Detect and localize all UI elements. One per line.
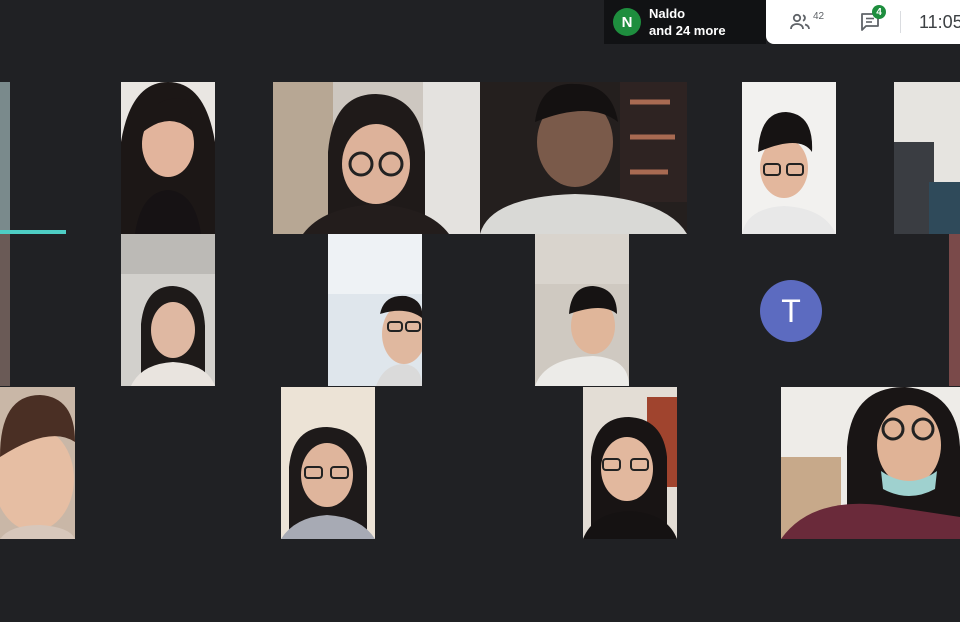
participant-video <box>0 387 75 539</box>
participant-video <box>281 387 375 539</box>
participant-video <box>121 234 215 386</box>
participant-video-tile[interactable] <box>742 82 836 234</box>
presenter-avatar: N <box>613 8 641 36</box>
people-button[interactable]: 42 <box>788 8 824 36</box>
participant-video <box>0 82 10 234</box>
participant-video-tile[interactable] <box>894 82 960 234</box>
participant-video <box>535 234 629 386</box>
toolbar-divider <box>900 11 901 33</box>
chat-button[interactable]: 4 <box>858 5 886 36</box>
participant-video <box>583 387 677 539</box>
presence-indicator[interactable]: N Naldo and 24 more <box>604 0 766 44</box>
chat-badge: 4 <box>872 5 886 19</box>
participant-video-tile[interactable] <box>480 82 687 234</box>
participant-video <box>328 234 422 386</box>
participant-video <box>742 82 836 234</box>
presence-name: Naldo <box>649 6 686 21</box>
meeting-toolbar: 42 4 11:05 <box>766 0 960 44</box>
participant-video-tile[interactable] <box>0 234 10 386</box>
participant-video-tile[interactable] <box>583 387 677 539</box>
participant-video-tile[interactable] <box>281 387 375 539</box>
participant-video <box>894 82 960 234</box>
people-icon <box>790 13 810 30</box>
participant-video-tile[interactable] <box>328 234 422 386</box>
participant-video <box>949 234 960 386</box>
participant-video <box>781 387 960 539</box>
participant-video-tile[interactable] <box>781 387 960 539</box>
people-count: 42 <box>813 10 825 22</box>
presence-text: Naldo and 24 more <box>649 5 726 39</box>
participant-video <box>0 234 10 386</box>
participant-video-tile[interactable] <box>121 82 215 234</box>
participant-video <box>121 82 215 234</box>
participant-avatar: T <box>760 280 822 342</box>
participant-video-tile[interactable] <box>121 234 215 386</box>
meeting-time: 11:05 <box>919 12 960 32</box>
participant-video-tile[interactable] <box>0 387 75 539</box>
participant-video-tile[interactable] <box>273 82 480 234</box>
participant-video-tile[interactable] <box>949 234 960 386</box>
participant-video-tile[interactable] <box>0 82 10 234</box>
presence-more: and 24 more <box>649 23 726 38</box>
participant-video <box>480 82 687 234</box>
participant-video <box>273 82 480 234</box>
participant-video-tile[interactable] <box>535 234 629 386</box>
